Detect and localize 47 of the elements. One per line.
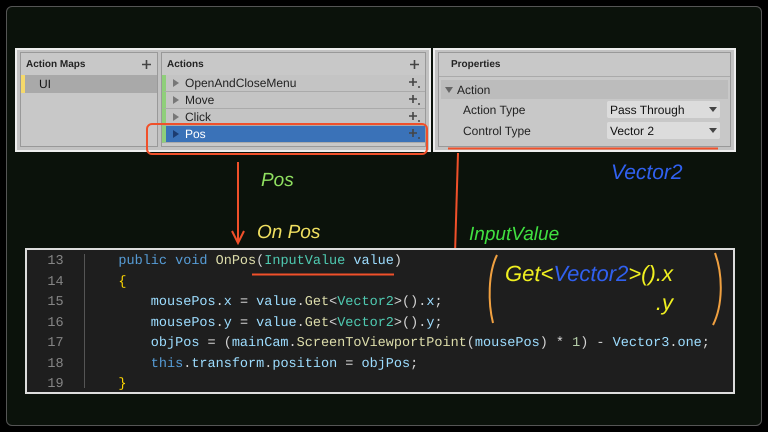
dropdown-caret-icon <box>709 107 717 112</box>
collapsed-triangle-icon <box>172 130 180 138</box>
add-dropdown-icon[interactable] <box>408 77 421 89</box>
dropdown[interactable]: Vector 2 <box>607 122 720 139</box>
line-number: 15 <box>47 295 64 311</box>
field-label: Action Type <box>463 102 526 118</box>
line-number: 16 <box>47 316 64 332</box>
collapsed-triangle-icon <box>172 96 180 104</box>
panel-title: Properties <box>451 58 500 72</box>
handwritten-note: Vector2 <box>611 160 683 186</box>
code-line: mousePos.x = value.Get<Vector2>().x; <box>150 295 443 311</box>
add-dropdown-icon[interactable] <box>408 111 421 123</box>
line-number: 13 <box>47 254 64 270</box>
code-line: } <box>117 377 127 393</box>
line-number: 18 <box>47 356 64 372</box>
handwritten-note: InputValue <box>469 223 560 247</box>
field-label: Control Type <box>463 122 532 140</box>
code-line: mousePos.y = value.Get<Vector2>().y; <box>150 316 443 332</box>
collapsed-triangle-icon <box>172 79 180 87</box>
line-number: 17 <box>47 336 64 352</box>
action-item[interactable]: Pos <box>162 126 425 143</box>
handwritten-formula-part: Vector2 <box>553 260 628 288</box>
collapsed-triangle-icon <box>172 113 180 121</box>
code-line: { <box>117 274 127 290</box>
code-line: this.transform.position = objPos; <box>150 356 418 372</box>
dropdown[interactable]: Pass Through <box>607 101 720 118</box>
handwritten-formula-part: >().x <box>628 260 673 288</box>
code-line: public void OnPos(InputValue value) <box>117 254 402 270</box>
handwritten-formula: .y <box>656 289 673 317</box>
handwritten-note: Pos <box>261 169 294 193</box>
action-item[interactable]: Move <box>162 92 425 109</box>
action-map-item[interactable]: UI <box>21 75 157 93</box>
expanded-triangle-icon <box>445 86 453 94</box>
action-item[interactable]: OpenAndCloseMenu <box>162 75 425 92</box>
handwritten-formula-part: Get< <box>505 260 554 288</box>
section-header[interactable]: Action <box>441 80 728 99</box>
column-title: Action Maps <box>26 58 86 72</box>
dropdown-caret-icon <box>709 128 717 133</box>
code-line: objPos = (mainCam.ScreenToViewportPoint(mousePos) * 1) - Vector3.one; <box>150 336 710 352</box>
parenthesis-mark <box>487 253 499 325</box>
line-number: 19 <box>47 377 64 393</box>
add-dropdown-icon[interactable] <box>408 94 421 106</box>
column-title: Actions <box>167 58 204 72</box>
add-icon[interactable] <box>409 58 420 70</box>
add-icon[interactable] <box>141 58 152 70</box>
handwritten-note: On Pos <box>257 221 320 245</box>
line-number: 14 <box>47 274 64 290</box>
